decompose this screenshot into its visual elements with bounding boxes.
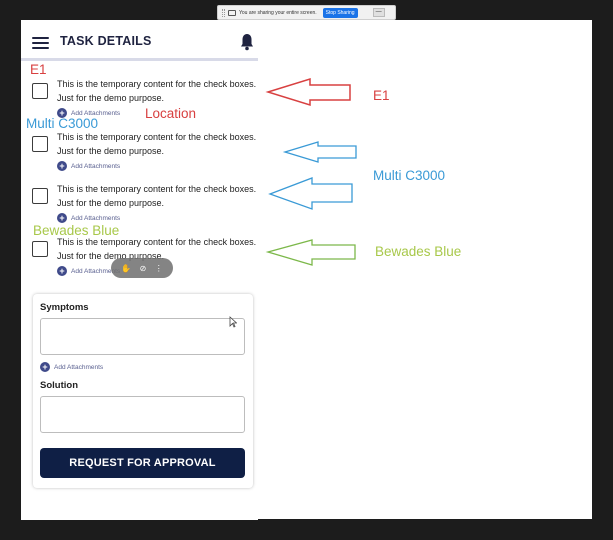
blue-arrow: [282, 141, 357, 163]
red-arrow: [265, 77, 351, 107]
screen: You are sharing your entire screen. Stop…: [0, 0, 613, 540]
blue-arrow: [268, 177, 353, 210]
annotation-arrows: [265, 77, 357, 266]
green-arrow: [265, 239, 356, 266]
